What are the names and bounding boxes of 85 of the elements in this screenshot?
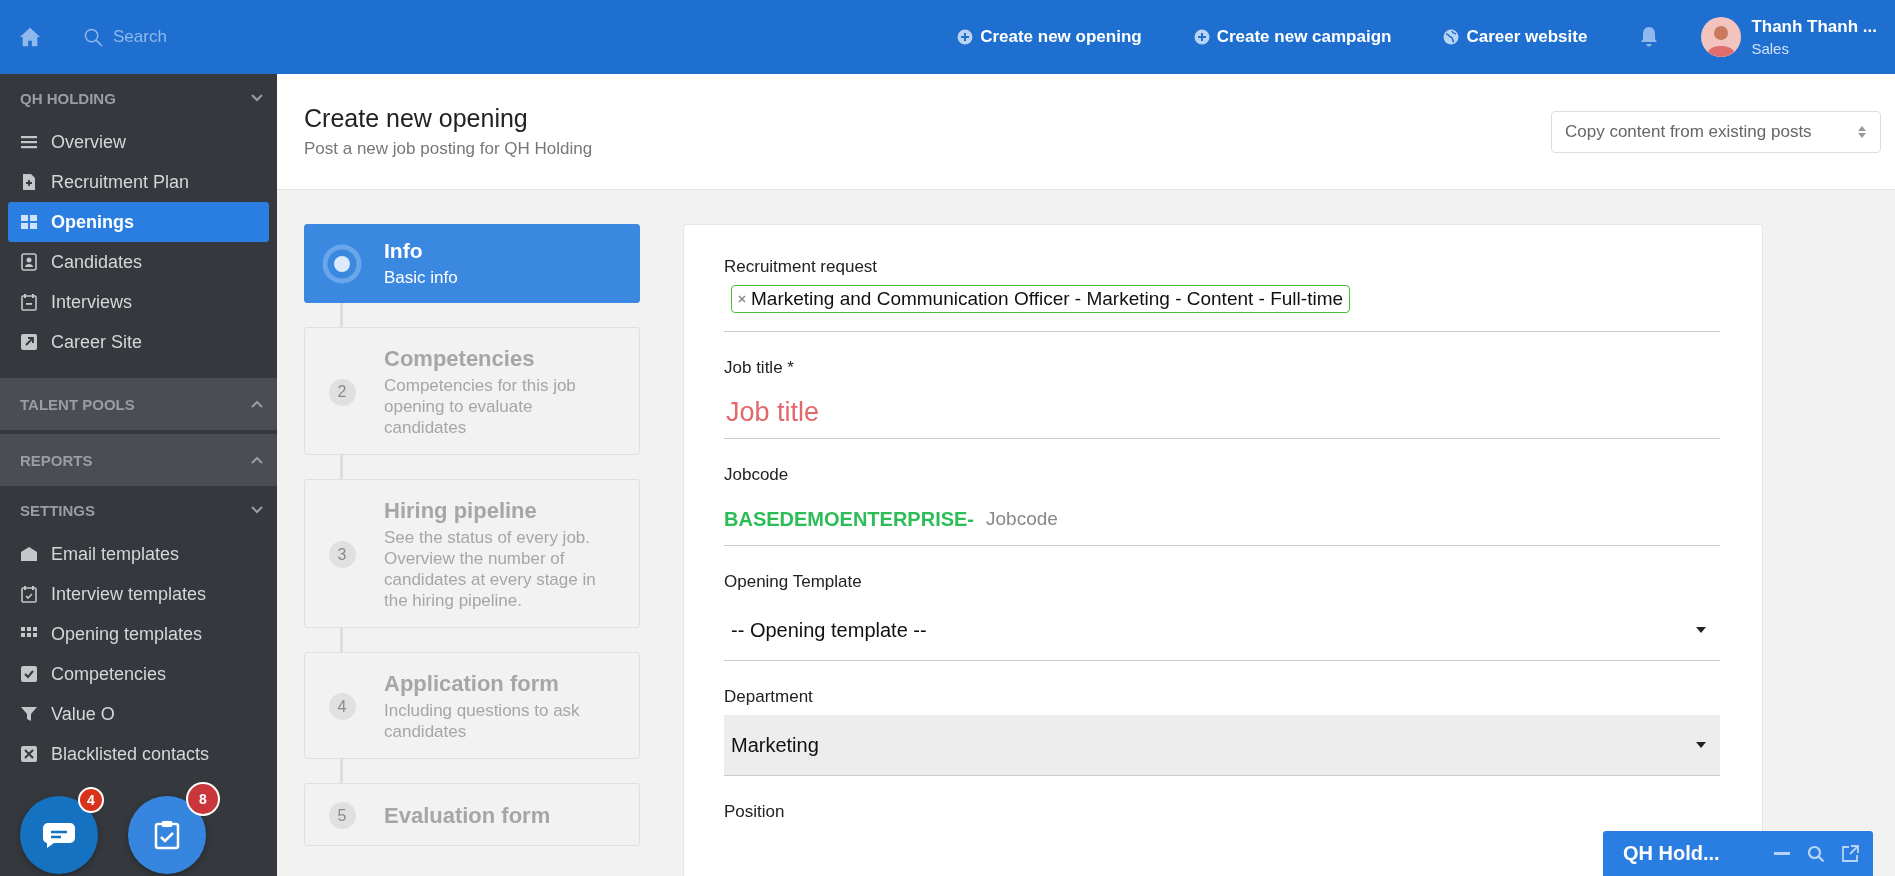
home-icon[interactable] xyxy=(18,26,42,48)
step-title: Application form xyxy=(384,671,560,697)
user-role: Sales xyxy=(1751,40,1790,57)
field-label: Recruitment request xyxy=(724,257,878,277)
field-label: Opening Template xyxy=(724,572,862,592)
chat-widget-bar[interactable]: QH Hold... xyxy=(1603,831,1873,876)
sidebar-item[interactable]: Candidates xyxy=(8,242,269,282)
plus-circle-icon xyxy=(957,29,974,45)
filter-icon xyxy=(20,705,38,723)
chat-widget-title: QH Hold... xyxy=(1623,842,1721,865)
sidebar-item[interactable]: Recruitment Plan xyxy=(8,162,269,202)
mail-icon xyxy=(20,545,38,563)
page-subtitle: Post a new job posting for QH Holding xyxy=(304,139,593,159)
step-description: Competencies for this job opening to evaluate candidates xyxy=(384,375,577,438)
sidebar-item[interactable]: Opening templates xyxy=(8,614,269,654)
avatar[interactable] xyxy=(1701,17,1742,57)
chat-icon xyxy=(42,821,76,849)
field-label: Jobcode xyxy=(724,465,789,485)
sidebar-item[interactable]: Interview templates xyxy=(8,574,269,614)
step-title: Competencies xyxy=(384,346,536,372)
nav-link[interactable]: Create new opening xyxy=(957,27,1142,47)
section-header[interactable]: QH HOLDING xyxy=(0,74,277,122)
section-header[interactable]: TALENT POOLS xyxy=(0,378,277,430)
sidebar-item[interactable]: Openings xyxy=(8,202,269,242)
tag: Marketing and Communication Officer - Marketing - Content - Full-time xyxy=(731,285,1351,313)
search-icon xyxy=(84,27,103,47)
chevron-up-icon xyxy=(251,456,263,464)
sidebar-item[interactable]: Interviews xyxy=(8,282,269,322)
step-card[interactable]: Info Basic info xyxy=(304,224,640,303)
tag-input[interactable]: Marketing and Communication Officer - Marketing - Content - Full-time xyxy=(724,285,1720,332)
sidebar-item[interactable]: Overview xyxy=(8,122,269,162)
select-field[interactable]: -- Opening template -- xyxy=(724,600,1720,661)
step-title: Info xyxy=(384,239,424,263)
caret-icon xyxy=(1696,742,1706,748)
sidebar-item[interactable]: Value O xyxy=(8,694,269,734)
step-description: See the status of every job. Overview the number of candidates at every stage in the hiring pipeline. xyxy=(384,527,597,611)
calendar-icon xyxy=(20,293,38,311)
notification-badge: 4 xyxy=(80,789,102,811)
chevron-down-icon xyxy=(251,506,263,514)
external-icon xyxy=(20,333,38,351)
caret-icon xyxy=(1696,627,1706,633)
step-number: 3 xyxy=(328,541,356,568)
field-label: Job title * xyxy=(724,358,794,378)
step-title: Hiring pipeline xyxy=(384,498,538,524)
step-description: Basic info xyxy=(384,267,458,288)
copy-content-select[interactable]: Copy content from existing posts xyxy=(1551,110,1881,153)
bell-icon[interactable] xyxy=(1639,26,1660,48)
chevron-up-icon xyxy=(251,400,263,408)
clipboard-check-icon xyxy=(154,820,180,850)
field-label: Department xyxy=(724,687,813,707)
doc-icon xyxy=(20,173,38,191)
remove-icon[interactable] xyxy=(738,295,746,303)
xbox-icon xyxy=(20,745,38,763)
field-label: Position xyxy=(724,802,785,822)
search-field[interactable]: Search xyxy=(111,26,255,48)
section-header[interactable]: REPORTS xyxy=(0,434,277,486)
contact-icon xyxy=(20,253,38,271)
plus-circle-icon xyxy=(1193,29,1210,45)
search-icon[interactable] xyxy=(1807,844,1825,863)
nav-link[interactable]: Career website xyxy=(1443,27,1588,47)
menu-icon xyxy=(20,133,38,151)
page-title: Create new opening xyxy=(304,104,529,133)
sort-icon xyxy=(1857,124,1867,139)
sidebar-item[interactable]: Email templates xyxy=(8,534,269,574)
step-title: Evaluation form xyxy=(384,802,551,829)
globe-icon xyxy=(1443,29,1460,45)
external-link-icon[interactable] xyxy=(1841,844,1859,863)
nav-link[interactable]: Create new campaign xyxy=(1193,27,1392,47)
radio-dot-icon xyxy=(322,243,362,284)
sidebar-item[interactable]: Career Site xyxy=(8,322,269,362)
user-name: Thanh Thanh ... xyxy=(1751,17,1877,37)
step-number: 5 xyxy=(328,802,356,829)
calcheck-icon xyxy=(20,585,38,603)
notification-badge: 8 xyxy=(188,784,218,814)
select-field[interactable]: Marketing xyxy=(724,715,1720,776)
step-number: 2 xyxy=(328,378,356,406)
check-icon xyxy=(20,665,38,683)
grid-icon xyxy=(20,213,38,231)
section-header[interactable]: SETTINGS xyxy=(0,486,277,534)
step-description: Including questions to ask candidates xyxy=(384,700,581,742)
step-number: 4 xyxy=(328,693,356,720)
jobcode-prefix: BASEDEMOENTERPRISE- xyxy=(724,507,975,531)
sidebar-item[interactable]: Blacklisted contacts xyxy=(8,734,269,774)
sidebar-item[interactable]: Competencies xyxy=(8,654,269,694)
chevron-down-icon xyxy=(251,94,263,102)
